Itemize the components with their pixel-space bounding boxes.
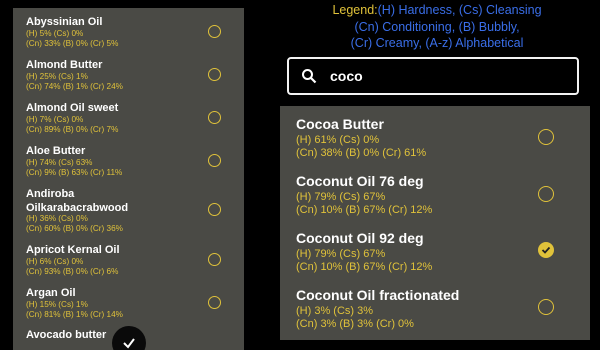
select-radio[interactable] — [208, 253, 221, 266]
result-stats-line2: (Cn) 10% (B) 67% (Cr) 12% — [296, 261, 433, 273]
oil-name: Apricot Kernal Oil — [26, 244, 120, 256]
search-input[interactable]: coco — [287, 57, 579, 95]
result-name: Coconut Oil 76 deg — [296, 173, 424, 189]
results-panel: Cocoa Butter (H) 61% (Cs) 0% (Cn) 38% (B… — [280, 106, 590, 340]
oil-stats-line2: (Cn) 74% (B) 1% (Cr) 24% — [26, 82, 123, 91]
select-radio[interactable] — [208, 25, 221, 38]
result-name: Cocoa Butter — [296, 116, 384, 132]
oil-name: Almond Butter — [26, 59, 103, 71]
select-radio[interactable] — [208, 296, 221, 309]
result-stats-line1: (H) 61% (Cs) 0% — [296, 134, 380, 146]
oil-stats-line2: (Cn) 33% (B) 0% (Cr) 5% — [26, 39, 119, 48]
legend-label: Legend: — [332, 3, 378, 17]
oil-stats-line2: (Cn) 60% (B) 0% (Cr) 36% — [26, 224, 123, 233]
checkmark-icon — [541, 246, 551, 254]
select-radio[interactable] — [208, 154, 221, 167]
select-radio[interactable] — [538, 129, 554, 145]
search-icon — [302, 69, 317, 84]
legend-line2: (Cn) Conditioning, (B) Bubbly, — [354, 19, 520, 34]
select-radio[interactable] — [208, 68, 221, 81]
legend-line1: Legend:(H) Hardness, (Cs) Cleansing — [292, 2, 582, 19]
oil-name: Argan Oil — [26, 287, 76, 299]
select-radio[interactable] — [538, 299, 554, 315]
legend-line3: (Cr) Creamy, (A-z) Alphabetical — [350, 36, 524, 50]
oil-stats-line2: (Cn) 9% (B) 63% (Cr) 11% — [26, 168, 123, 177]
result-stats-line1: (H) 79% (Cs) 67% — [296, 191, 386, 203]
result-name: Coconut Oil fractionated — [296, 287, 460, 303]
select-radio-checked[interactable] — [538, 242, 554, 258]
select-radio[interactable] — [538, 186, 554, 202]
search-value[interactable]: coco — [330, 68, 363, 84]
oil-name: Andiroba Oilkarabacrabwood — [26, 188, 129, 214]
result-name: Coconut Oil 92 deg — [296, 230, 424, 246]
oil-name: Almond Oil sweet — [26, 102, 119, 114]
oil-stats-line2: (Cn) 93% (B) 0% (Cr) 6% — [26, 267, 119, 276]
result-stats-line2: (Cn) 10% (B) 67% (Cr) 12% — [296, 204, 433, 216]
select-radio[interactable] — [208, 111, 221, 124]
oil-list-panel: Abyssinian Oil (H) 5% (Cs) 0% (Cn) 33% (… — [13, 8, 244, 350]
result-stats-line2: (Cn) 3% (B) 3% (Cr) 0% — [296, 318, 414, 330]
result-stats-line2: (Cn) 38% (B) 0% (Cr) 61% — [296, 147, 427, 159]
oil-name: Aloe Butter — [26, 145, 86, 157]
legend: Legend:(H) Hardness, (Cs) Cleansing (Cn)… — [292, 2, 582, 52]
checkmark-icon — [123, 338, 135, 349]
oil-stats-line2: (Cn) 81% (B) 1% (Cr) 14% — [26, 310, 123, 319]
result-stats-line1: (H) 79% (Cs) 67% — [296, 248, 386, 260]
result-stats-line1: (H) 3% (Cs) 3% — [296, 305, 374, 317]
oil-name: Abyssinian Oil — [26, 16, 103, 28]
legend-hardness-cleansing: (H) Hardness, (Cs) Cleansing — [377, 3, 542, 17]
oil-stats-line2: (Cn) 89% (B) 0% (Cr) 7% — [26, 125, 119, 134]
select-radio[interactable] — [208, 203, 221, 216]
